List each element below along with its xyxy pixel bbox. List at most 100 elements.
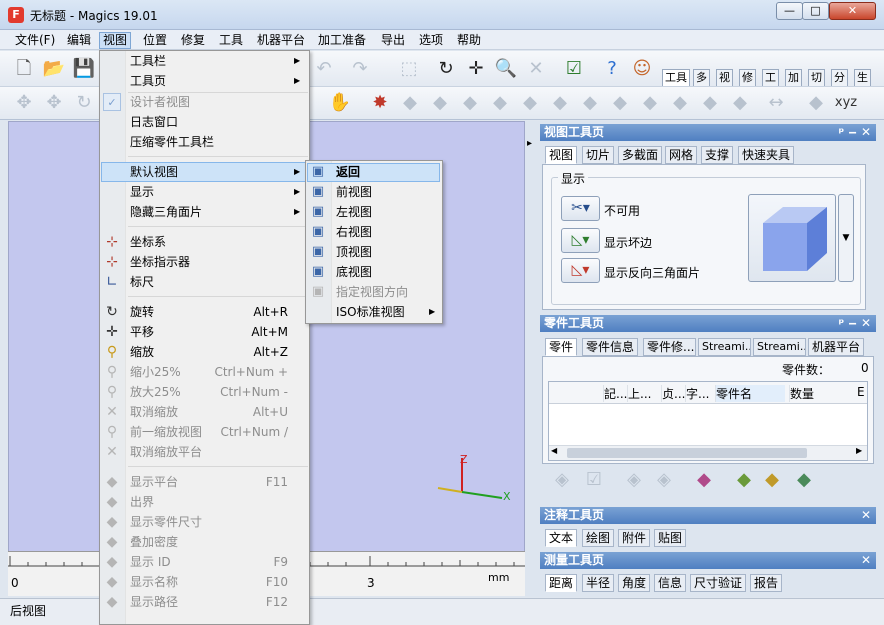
move-part-icon[interactable]: ✥ bbox=[12, 91, 36, 115]
menu-position[interactable]: 位置 bbox=[140, 32, 170, 49]
tab-streamics-2[interactable]: Streami... bbox=[753, 338, 806, 356]
tab-distance[interactable]: 距离 bbox=[545, 574, 578, 592]
menu-file[interactable]: 文件(F) bbox=[12, 32, 58, 49]
tab-part-info[interactable]: 零件信息 bbox=[582, 338, 639, 356]
measure-toolpage-close-icon[interactable]: ✕ bbox=[861, 552, 871, 569]
checklist-icon[interactable]: ☑ bbox=[562, 57, 586, 81]
pan-tool-icon[interactable]: ✛ bbox=[464, 57, 488, 81]
col-header-3[interactable]: 上... bbox=[627, 385, 661, 402]
menu-item-show-path[interactable]: 显示路径 bbox=[130, 592, 178, 612]
tool-b-icon[interactable]: ◆ bbox=[428, 91, 452, 115]
col-header-quantity[interactable]: 数量 bbox=[789, 385, 855, 402]
toolbar-tab-2[interactable]: 多 bbox=[693, 69, 710, 86]
tab-radius[interactable]: 半径 bbox=[582, 574, 615, 592]
toolbar-tab-9[interactable]: 生 bbox=[854, 69, 871, 86]
menu-help[interactable]: 帮助 bbox=[454, 32, 484, 49]
menu-item-default-view[interactable]: 默认视图 bbox=[130, 162, 178, 182]
parts-table[interactable]: 記... 上... 贞... 字... 零件名 数量 E ◀ ▶ bbox=[548, 381, 868, 461]
tab-info[interactable]: 信息 bbox=[654, 574, 687, 592]
submenu-item-bottom[interactable]: 底视图 bbox=[336, 262, 372, 282]
hand-icon[interactable]: ✋ bbox=[328, 91, 352, 115]
unzoom-tool-icon[interactable]: ✕ bbox=[524, 57, 548, 81]
part-action-move-icon[interactable]: ◆ bbox=[732, 468, 756, 492]
part-action-all-2-icon[interactable]: ◈ bbox=[622, 468, 646, 492]
menu-item-log-window[interactable]: 日志窗口 bbox=[130, 112, 178, 132]
menu-export[interactable]: 导出 bbox=[378, 32, 408, 49]
col-header-8[interactable]: E bbox=[857, 385, 867, 399]
toolbar-tab-6[interactable]: 加 bbox=[785, 69, 802, 86]
submenu-item-left[interactable]: 左视图 bbox=[336, 202, 372, 222]
col-header-4[interactable]: 贞... bbox=[661, 385, 685, 402]
menu-item-display[interactable]: 显示 bbox=[130, 182, 154, 202]
tab-part-fix[interactable]: 零件修... bbox=[643, 338, 696, 356]
rotate-part-icon[interactable]: ↻ bbox=[72, 91, 96, 115]
tool-a-icon[interactable]: ◆ bbox=[398, 91, 422, 115]
tab-parts[interactable]: 零件 bbox=[545, 338, 578, 356]
menu-item-toolbars[interactable]: 工具栏 bbox=[130, 51, 166, 71]
tab-mesh[interactable]: 网格 bbox=[665, 146, 698, 164]
menu-item-hide-triangles[interactable]: 隐藏三角面片 bbox=[130, 202, 202, 222]
tool-e-icon[interactable]: ◆ bbox=[518, 91, 542, 115]
menu-item-part-dimensions[interactable]: 显示零件尺寸 bbox=[130, 512, 202, 532]
menu-item-toolpages[interactable]: 工具页 bbox=[130, 71, 166, 91]
translate-icon[interactable]: ✥ bbox=[42, 91, 66, 115]
menu-options[interactable]: 选项 bbox=[416, 32, 446, 49]
tab-report[interactable]: 报告 bbox=[750, 574, 783, 592]
minimize-button[interactable]: — bbox=[776, 2, 803, 20]
tool-n-icon[interactable]: ◆ bbox=[804, 91, 828, 115]
menu-tools[interactable]: 工具 bbox=[216, 32, 246, 49]
menu-edit[interactable]: 编辑 bbox=[64, 32, 94, 49]
part-action-platform-icon[interactable]: ◆ bbox=[760, 468, 784, 492]
tool-l-icon[interactable]: ◆ bbox=[728, 91, 752, 115]
tab-streamics-1[interactable]: Streami... bbox=[698, 338, 751, 356]
menu-item-zoom[interactable]: 缩放 bbox=[130, 342, 154, 362]
tab-quick-fixture[interactable]: 快速夹具 bbox=[738, 146, 795, 164]
submenu-item-iso-view[interactable]: ISO标准视图 bbox=[336, 302, 405, 322]
part-action-all-icon[interactable]: ◈ bbox=[550, 468, 574, 492]
tab-angle[interactable]: 角度 bbox=[618, 574, 651, 592]
axis-icon[interactable]: xyz bbox=[834, 91, 858, 115]
view-toolpage-close-icon[interactable]: ᵖ ‒ ✕ bbox=[838, 124, 871, 141]
tab-drawing[interactable]: 绘图 bbox=[582, 529, 615, 547]
toolbar-tab-4[interactable]: 修 bbox=[739, 69, 756, 86]
show-bad-edges-button[interactable]: ◺▾ bbox=[561, 228, 600, 253]
tool-k-icon[interactable]: ◆ bbox=[698, 91, 722, 115]
submenu-item-back[interactable]: 返回 bbox=[336, 162, 360, 182]
tool-c-icon[interactable]: ◆ bbox=[458, 91, 482, 115]
menu-item-show-id[interactable]: 显示 ID bbox=[130, 552, 171, 572]
tab-dimension-verify[interactable]: 尺寸验证 bbox=[690, 574, 747, 592]
undo-icon[interactable]: ↶ bbox=[312, 57, 336, 81]
menu-item-rotate[interactable]: 旋转 bbox=[130, 302, 154, 322]
tool-i-icon[interactable]: ◆ bbox=[638, 91, 662, 115]
submenu-item-front[interactable]: 前视图 bbox=[336, 182, 372, 202]
annotation-toolpage-close-icon[interactable]: ✕ bbox=[861, 507, 871, 524]
toolbar-tab-tools[interactable]: 工具 bbox=[662, 69, 690, 86]
col-header-5[interactable]: 字... bbox=[685, 385, 715, 402]
tool-m-icon[interactable]: ↔ bbox=[764, 91, 788, 115]
parts-table-scrollbar[interactable]: ◀ ▶ bbox=[549, 445, 867, 460]
scroll-left-icon[interactable]: ◀ bbox=[551, 446, 557, 455]
select-part-icon[interactable]: ⬚ bbox=[397, 57, 421, 81]
menu-fix[interactable]: 修复 bbox=[178, 32, 208, 49]
menu-item-show-name[interactable]: 显示名称 bbox=[130, 572, 178, 592]
menu-item-show-platform[interactable]: 显示平台 bbox=[130, 472, 178, 492]
part-action-select-icon[interactable]: ☑ bbox=[582, 468, 606, 492]
menu-item-zoom-in-25[interactable]: 放大25% bbox=[130, 382, 181, 402]
part-toolpage-close-icon[interactable]: ᵖ ‒ ✕ bbox=[838, 315, 871, 332]
part-action-color-icon[interactable]: ◆ bbox=[692, 468, 716, 492]
part-action-export-icon[interactable]: ◆ bbox=[792, 468, 816, 492]
panel-collapse-arrow-icon[interactable]: ▸ bbox=[527, 138, 532, 149]
col-header-part-name[interactable]: 零件名 bbox=[715, 385, 785, 402]
part-action-pick-icon[interactable]: ◈ bbox=[652, 468, 676, 492]
fix-wizard-icon[interactable]: ✸ bbox=[368, 91, 392, 115]
menu-build-prep[interactable]: 加工准备 bbox=[315, 32, 369, 49]
toolbar-tab-7[interactable]: 切 bbox=[808, 69, 825, 86]
show-inverted-triangles-button[interactable]: ◺▾ bbox=[561, 258, 600, 283]
menu-item-previous-zoom[interactable]: 前一缩放视图 bbox=[130, 422, 202, 442]
menu-item-overlay-density[interactable]: 叠加密度 bbox=[130, 532, 178, 552]
col-header-2[interactable]: 記... bbox=[603, 385, 627, 402]
scroll-thumb[interactable] bbox=[567, 448, 807, 458]
tab-support[interactable]: 支撑 bbox=[701, 146, 734, 164]
menu-item-coordinate-system[interactable]: 坐标系 bbox=[130, 232, 166, 252]
tool-j-icon[interactable]: ◆ bbox=[668, 91, 692, 115]
